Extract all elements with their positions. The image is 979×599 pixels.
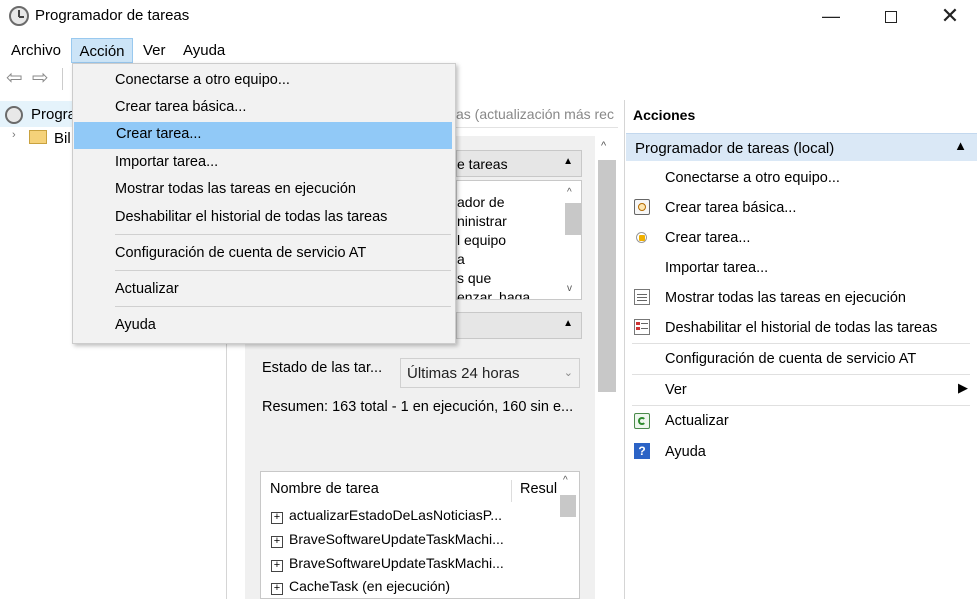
expand-icon[interactable]: + <box>271 536 283 548</box>
maximize-button[interactable] <box>861 0 921 32</box>
action-refresh[interactable]: Actualizar <box>665 413 729 429</box>
action-disable-history[interactable]: Deshabilitar el historial de todas las t… <box>665 320 937 336</box>
actions-separator <box>632 343 970 344</box>
task-name: actualizarEstadoDeLasNoticiasP... <box>289 507 502 523</box>
action-view[interactable]: Ver <box>665 382 687 398</box>
action-import-task[interactable]: Importar tarea... <box>665 260 768 276</box>
back-arrow-icon[interactable]: ⇦ <box>6 68 28 88</box>
column-header-result[interactable]: Resul <box>520 481 557 497</box>
chevron-down-icon: ⌄ <box>563 367 573 379</box>
menu-separator <box>115 270 451 271</box>
table-row[interactable]: + CacheTask (en ejecución) <box>271 578 450 595</box>
menu-item-help[interactable]: Ayuda <box>73 313 455 340</box>
menu-item-refresh[interactable]: Actualizar <box>73 277 455 304</box>
table-row[interactable]: + BraveSoftwareUpdateTaskMachi... <box>271 531 504 548</box>
overview-scrollbar[interactable]: ^ v <box>563 183 581 299</box>
toolbar-divider <box>62 68 63 90</box>
table-row[interactable]: + actualizarEstadoDeLasNoticiasP... <box>271 507 502 524</box>
tree-expand-icon[interactable]: › <box>12 129 16 141</box>
section-overview-header[interactable]: e tareas ▲ <box>456 150 582 177</box>
section-overview-body: ador de ninistrar l equipo a s que enzar… <box>456 180 582 300</box>
menu-item-at-service-account[interactable]: Configuración de cuenta de servicio AT <box>73 241 455 268</box>
maximize-icon <box>885 11 897 24</box>
expand-icon[interactable]: + <box>271 560 283 572</box>
task-scheduler-node-icon <box>5 106 23 124</box>
center-scrollbar[interactable]: ^ <box>596 136 618 394</box>
task-name: BraveSoftwareUpdateTaskMachi... <box>289 531 504 547</box>
refresh-icon <box>634 413 650 429</box>
tree-child-label[interactable]: Bil <box>54 130 71 147</box>
menu-item-disable-history[interactable]: Deshabilitar el historial de todas las t… <box>73 205 455 232</box>
task-name: BraveSoftwareUpdateTaskMachi... <box>289 555 504 571</box>
menu-item-create-basic-task[interactable]: Crear tarea básica... <box>73 95 455 122</box>
summary-text: Resumen: 163 total - 1 en ejecución, 160… <box>262 399 574 415</box>
section-overview-title: e tareas <box>457 156 508 172</box>
scheduled-task-icon <box>634 199 650 215</box>
menu-ver[interactable]: Ver <box>143 38 166 63</box>
center-header-text: as (actualización más rec <box>456 106 614 122</box>
action-help[interactable]: Ayuda <box>665 444 706 460</box>
menu-item-show-running[interactable]: Mostrar todas las tareas en ejecución <box>73 177 455 204</box>
overview-line: ador de <box>457 194 505 210</box>
overview-line: s que <box>457 270 492 286</box>
collapse-icon[interactable]: ▲ <box>563 318 573 329</box>
status-label: Estado de las tar... <box>262 360 383 376</box>
actions-group-header[interactable]: Programador de tareas (local) ▲ <box>626 133 977 161</box>
status-period-select[interactable]: Últimas 24 horas ⌄ <box>400 358 580 388</box>
column-header-name[interactable]: Nombre de tarea <box>270 481 379 497</box>
running-tasks-icon <box>634 289 650 305</box>
action-create-basic-task[interactable]: Crear tarea básica... <box>665 200 796 216</box>
menu-accion[interactable]: Acción <box>71 38 133 63</box>
menu-separator <box>115 306 451 307</box>
menu-ayuda[interactable]: Ayuda <box>183 38 225 63</box>
history-icon <box>634 319 650 335</box>
table-row[interactable]: + BraveSoftwareUpdateTaskMachi... <box>271 555 504 572</box>
new-task-icon <box>634 230 650 246</box>
menu-item-connect[interactable]: Conectarse a otro equipo... <box>73 68 455 95</box>
menu-bar: Archivo Acción Ver Ayuda <box>0 36 979 63</box>
action-at-service-account[interactable]: Configuración de cuenta de servicio AT <box>665 351 916 367</box>
expand-icon[interactable]: + <box>271 583 283 595</box>
action-show-running[interactable]: Mostrar todas las tareas en ejecución <box>665 290 906 306</box>
window-title: Programador de tareas <box>35 7 190 24</box>
title-bar: Programador de tareas — ✕ <box>0 0 979 34</box>
accion-dropdown-menu: Conectarse a otro equipo... Crear tarea … <box>72 63 456 344</box>
overview-line: ninistrar <box>457 213 507 229</box>
overview-line: a <box>457 251 465 267</box>
tree-root-label[interactable]: Progra <box>31 106 76 123</box>
status-period-value: Últimas 24 horas <box>407 365 520 382</box>
overview-line: l equipo <box>457 232 507 248</box>
table-scrollbar[interactable]: ^ <box>558 473 578 599</box>
menu-item-import-task[interactable]: Importar tarea... <box>73 150 455 177</box>
task-table: Nombre de tarea Resul ^ + actualizarEstad… <box>260 471 580 599</box>
menu-separator <box>115 234 451 235</box>
help-icon: ? <box>634 443 650 459</box>
collapse-icon[interactable]: ▲ <box>954 138 967 153</box>
actions-separator <box>632 374 970 375</box>
menu-item-create-task[interactable]: Crear tarea... <box>74 122 452 149</box>
forward-arrow-icon[interactable]: ⇨ <box>32 68 54 88</box>
collapse-icon[interactable]: ▲ <box>563 156 573 167</box>
close-button[interactable]: ✕ <box>920 0 979 32</box>
folder-icon <box>29 130 47 144</box>
actions-separator <box>632 405 970 406</box>
expand-icon[interactable]: + <box>271 512 283 524</box>
task-scheduler-clock-icon <box>9 6 29 26</box>
actions-title: Acciones <box>633 107 696 123</box>
minimize-button[interactable]: — <box>801 0 861 32</box>
overview-line: enzar, haga <box>457 289 531 300</box>
action-connect[interactable]: Conectarse a otro equipo... <box>665 170 840 186</box>
action-create-task[interactable]: Crear tarea... <box>665 230 750 246</box>
submenu-arrow-icon: ▶ <box>958 380 968 395</box>
actions-group-title: Programador de tareas (local) <box>635 140 835 157</box>
menu-archivo[interactable]: Archivo <box>11 38 61 63</box>
section-status-header[interactable]: ▲ <box>456 312 582 339</box>
task-name: CacheTask (en ejecución) <box>289 578 451 594</box>
